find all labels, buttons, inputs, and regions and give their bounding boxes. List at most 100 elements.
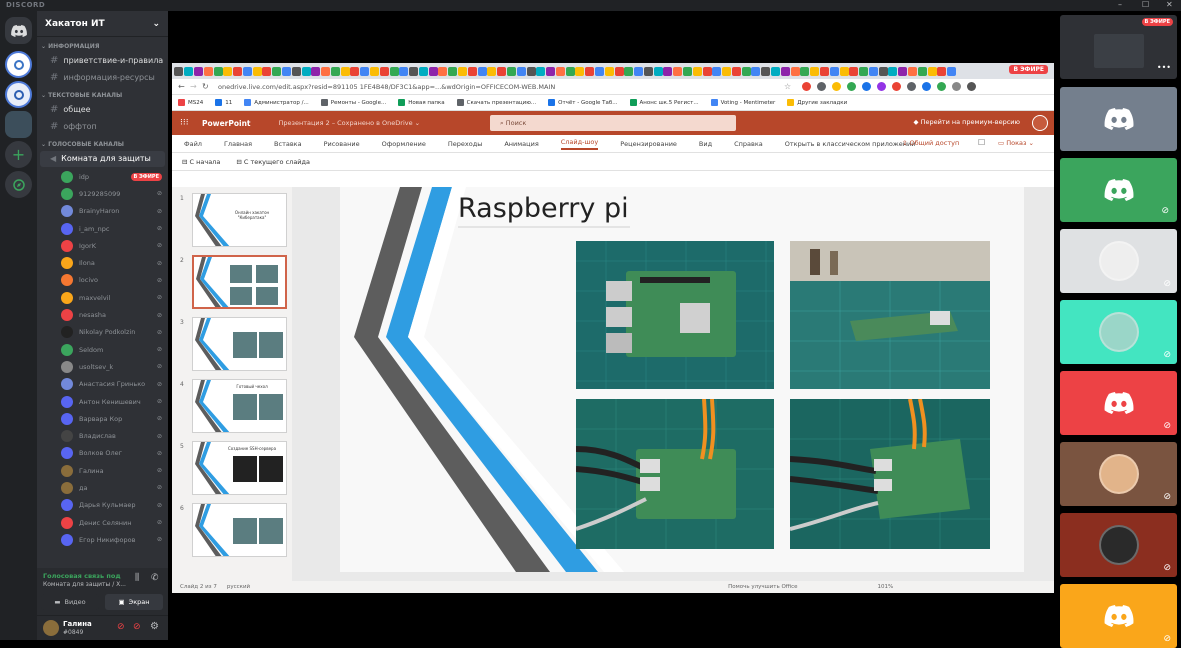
document-title[interactable]: Презентация 2 – Сохранено в OneDrive ⌄ bbox=[279, 119, 421, 127]
current-slide[interactable]: Raspberry pi bbox=[340, 187, 1024, 572]
extension-icon[interactable] bbox=[892, 82, 901, 91]
browser-tab[interactable] bbox=[340, 66, 350, 76]
ribbon-tab[interactable]: Открыть в классическом приложении bbox=[785, 140, 916, 148]
browser-tab[interactable] bbox=[193, 66, 203, 76]
screen-share-button[interactable]: ▣ Экран bbox=[105, 594, 163, 610]
channel-welcome[interactable]: # приветствие-и-правила bbox=[40, 53, 165, 69]
ribbon-tab[interactable]: Главная bbox=[224, 140, 252, 148]
zoom-level[interactable]: 101% bbox=[878, 584, 894, 590]
extension-icon[interactable] bbox=[877, 82, 886, 91]
voice-user[interactable]: Ilona ⊘ bbox=[37, 254, 168, 271]
share-button[interactable]: ⇪ Общий доступ bbox=[902, 139, 959, 147]
browser-tab[interactable] bbox=[330, 66, 340, 76]
extension-icon[interactable] bbox=[937, 82, 946, 91]
ribbon-tab[interactable]: Слайд-шоу bbox=[560, 138, 599, 150]
bookmark-item[interactable]: Другие закладки bbox=[787, 99, 847, 106]
minimize-button[interactable]: – bbox=[1118, 0, 1122, 9]
extension-icon[interactable] bbox=[862, 82, 871, 91]
bookmark-item[interactable]: Отчёт - Google Таб... bbox=[548, 99, 618, 106]
slide-thumbnail[interactable]: Онлайн хакатон "Кибератака" bbox=[192, 193, 287, 247]
category-info[interactable]: ⌄ ИНФОРМАЦИЯ bbox=[37, 42, 168, 52]
browser-tab[interactable] bbox=[751, 66, 761, 76]
bookmark-item[interactable]: 11 bbox=[215, 99, 232, 106]
voice-user[interactable]: IgorK ⊘ bbox=[37, 237, 168, 254]
discord-home-icon[interactable] bbox=[5, 17, 32, 44]
ribbon-tab[interactable]: Справка bbox=[734, 140, 763, 148]
extension-icon[interactable] bbox=[817, 82, 826, 91]
browser-tab[interactable] bbox=[594, 66, 604, 76]
channel-resources[interactable]: # информация-ресурсы bbox=[40, 70, 165, 86]
browser-tab[interactable] bbox=[506, 66, 516, 76]
browser-tab[interactable] bbox=[565, 66, 575, 76]
browser-tab[interactable] bbox=[927, 66, 937, 76]
browser-tab[interactable] bbox=[800, 66, 810, 76]
maximize-button[interactable]: ☐ bbox=[1142, 0, 1149, 9]
language-indicator[interactable]: русский bbox=[227, 584, 250, 590]
browser-tab[interactable] bbox=[663, 66, 673, 76]
voice-user[interactable]: i_am_npc ⊘ bbox=[37, 220, 168, 237]
browser-tab[interactable] bbox=[448, 66, 458, 76]
voice-user[interactable]: Галина ⊘ bbox=[37, 462, 168, 479]
browser-tab[interactable] bbox=[712, 66, 722, 76]
voice-user[interactable]: Nikolay Podkolzin ⊘ bbox=[37, 324, 168, 341]
slide-thumbnail[interactable]: Готовый чехол bbox=[192, 379, 287, 433]
ribbon-tab[interactable]: Файл bbox=[184, 140, 202, 148]
browser-tab[interactable] bbox=[291, 66, 301, 76]
ribbon-tab[interactable]: Рецензирование bbox=[620, 140, 677, 148]
browser-tab[interactable] bbox=[859, 66, 869, 76]
voice-user[interactable]: locivo ⊘ bbox=[37, 272, 168, 289]
browser-tab[interactable] bbox=[878, 66, 888, 76]
close-button[interactable]: ✕ bbox=[1166, 0, 1173, 9]
channel-offtopic[interactable]: # оффтоп bbox=[40, 119, 165, 135]
ribbon-tab[interactable]: Переходы bbox=[448, 140, 482, 148]
browser-tab[interactable] bbox=[702, 66, 712, 76]
browser-tab[interactable] bbox=[477, 66, 487, 76]
ribbon-tab[interactable]: Вставка bbox=[274, 140, 302, 148]
url-field[interactable]: onedrive.live.com/edit.aspx?resid=891105… bbox=[218, 83, 738, 91]
browser-tab[interactable] bbox=[428, 66, 438, 76]
category-voice[interactable]: ⌄ ГОЛОСОВЫЕ КАНАЛЫ bbox=[37, 140, 168, 150]
browser-tab[interactable] bbox=[673, 66, 683, 76]
voice-user[interactable]: да ⊘ bbox=[37, 479, 168, 496]
slide-thumbnail[interactable] bbox=[192, 317, 287, 371]
browser-tab[interactable] bbox=[311, 66, 321, 76]
server-icon-a[interactable] bbox=[5, 51, 32, 78]
participant-tile[interactable]: ⊘ bbox=[1060, 158, 1177, 222]
browser-tab[interactable] bbox=[242, 66, 252, 76]
ribbon-tab[interactable]: Вид bbox=[699, 140, 712, 148]
participant-tile[interactable]: ⊘ bbox=[1060, 584, 1177, 648]
extension-icon[interactable] bbox=[907, 82, 916, 91]
browser-tab[interactable] bbox=[262, 66, 272, 76]
ribbon-tab[interactable]: Анимация bbox=[504, 140, 538, 148]
voice-user[interactable]: Seldom ⊘ bbox=[37, 341, 168, 358]
browser-tab[interactable] bbox=[614, 66, 624, 76]
channel-general[interactable]: # общее bbox=[40, 102, 165, 118]
voice-user[interactable]: idp В ЭФИРЕ bbox=[37, 168, 168, 185]
browser-tab[interactable] bbox=[722, 66, 732, 76]
browser-tab[interactable] bbox=[780, 66, 790, 76]
noise-suppression-icon[interactable]: ⫼ bbox=[135, 573, 139, 583]
browser-tab[interactable] bbox=[692, 66, 702, 76]
browser-tab[interactable] bbox=[888, 66, 898, 76]
browser-tab[interactable] bbox=[839, 66, 849, 76]
browser-tab[interactable] bbox=[604, 66, 614, 76]
browser-tab[interactable] bbox=[907, 66, 917, 76]
voice-channel-defense[interactable]: ◀ Комната для защиты bbox=[40, 151, 165, 167]
browser-tab[interactable] bbox=[683, 66, 693, 76]
disconnect-icon[interactable]: ✆ bbox=[151, 573, 159, 583]
browser-tab[interactable] bbox=[223, 66, 233, 76]
voice-user[interactable]: Егор Никифоров ⊘ bbox=[37, 531, 168, 548]
browser-tab[interactable] bbox=[546, 66, 556, 76]
browser-tab[interactable] bbox=[389, 66, 399, 76]
browser-tab[interactable] bbox=[184, 66, 194, 76]
browser-tab[interactable] bbox=[203, 66, 213, 76]
browser-tab[interactable] bbox=[819, 66, 829, 76]
browser-tab[interactable] bbox=[233, 66, 243, 76]
shared-screen-browser[interactable]: В ЭФИРЕ ← → ↻ onedrive.live.com/edit.asp… bbox=[172, 63, 1054, 593]
participant-tile[interactable]: ⊘ bbox=[1060, 442, 1177, 506]
search-input[interactable]: ⌕ Поиск bbox=[490, 115, 736, 131]
ribbon-tab[interactable]: Оформление bbox=[382, 140, 426, 148]
server-icon-b[interactable] bbox=[5, 81, 32, 108]
browser-tab[interactable] bbox=[438, 66, 448, 76]
slide-thumbnail[interactable] bbox=[192, 503, 287, 557]
